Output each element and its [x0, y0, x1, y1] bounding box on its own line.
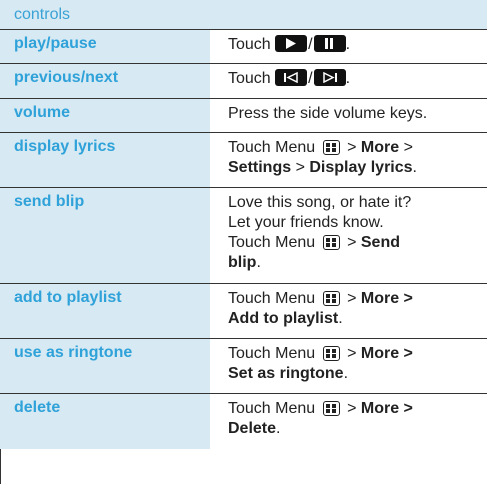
row-label: previous/next	[0, 64, 210, 98]
table-header: controls	[0, 0, 487, 30]
table-row-use-as-ringtone: use as ringtone Touch Menu > More > Set …	[0, 339, 487, 394]
table-row-play-pause: play/pause Touch / .	[0, 30, 487, 64]
row-desc: Touch Menu > More > Add to playlist.	[228, 290, 413, 327]
menu-key-icon	[322, 401, 340, 416]
row-desc: Touch Menu > More > Settings > Display l…	[228, 139, 417, 176]
menu-key-icon	[322, 291, 340, 306]
row-desc: Touch / .	[228, 35, 351, 53]
row-desc: Touch / .	[228, 69, 351, 87]
row-label: delete	[0, 394, 210, 449]
table-row-volume: volume Press the side volume keys.	[0, 99, 487, 133]
row-desc: Touch Menu > More > Set as ringtone.	[228, 345, 413, 382]
menu-key-icon	[322, 235, 340, 250]
previous-icon	[275, 69, 308, 86]
row-label: use as ringtone	[0, 339, 210, 393]
table-row-add-to-playlist: add to playlist Touch Menu > More > Add …	[0, 284, 487, 339]
header-title: controls	[14, 6, 71, 23]
row-label: add to playlist	[0, 284, 210, 338]
table-row-delete: delete Touch Menu > More > Delete.	[0, 394, 487, 449]
row-label: volume	[0, 99, 210, 132]
row-label: play/pause	[0, 30, 210, 63]
play-icon	[275, 35, 308, 52]
table-row-send-blip: send blip Love this song, or hate it? Le…	[0, 188, 487, 284]
table-row-previous-next: previous/next Touch / .	[0, 64, 487, 99]
next-icon	[313, 69, 346, 86]
menu-key-icon	[322, 346, 340, 361]
row-label: display lyrics	[0, 133, 210, 187]
row-desc: Press the side volume keys.	[228, 105, 428, 122]
row-desc: Touch Menu > More > Delete.	[228, 400, 413, 437]
row-desc: Love this song, or hate it? Let your fri…	[228, 194, 412, 271]
row-label: send blip	[0, 188, 210, 283]
pause-icon	[313, 35, 346, 52]
menu-key-icon	[322, 140, 340, 155]
table-row-display-lyrics: display lyrics Touch Menu > More > Setti…	[0, 133, 487, 188]
